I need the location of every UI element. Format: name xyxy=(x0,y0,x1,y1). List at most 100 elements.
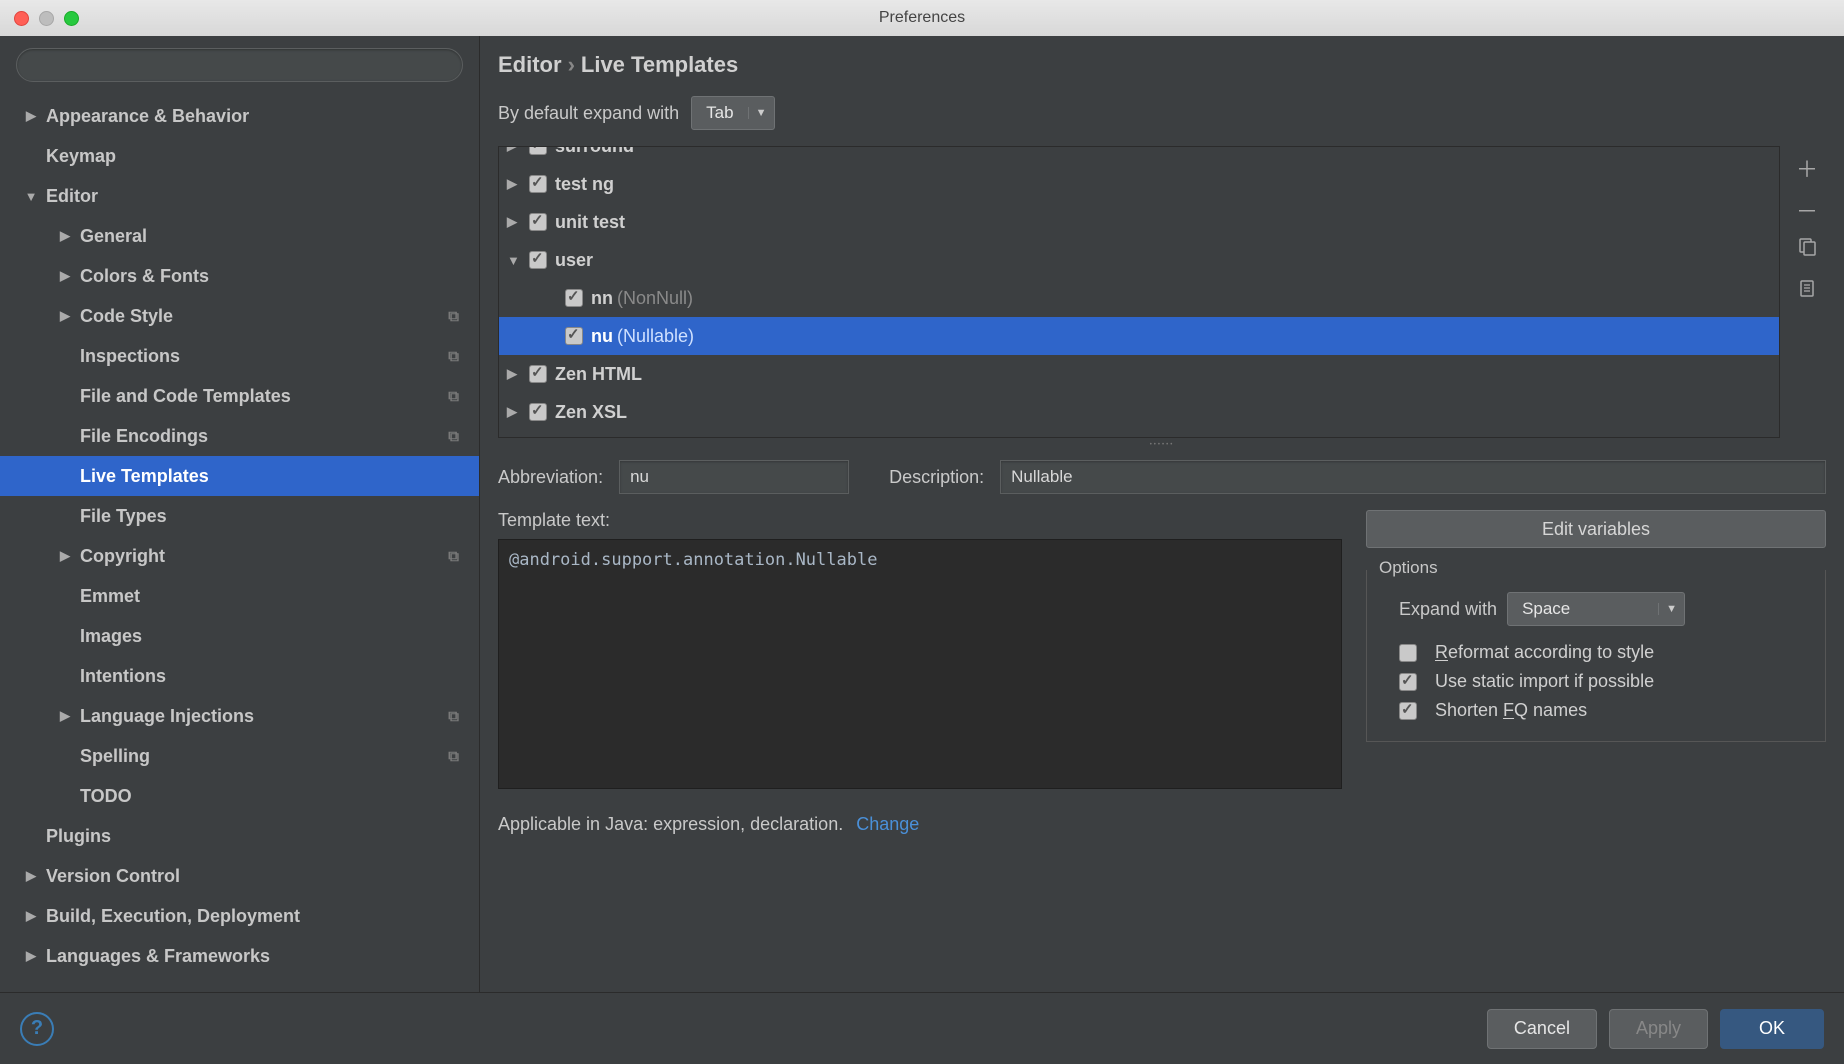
minimize-window-button[interactable] xyxy=(39,11,54,26)
checkbox-icon[interactable] xyxy=(529,146,547,155)
expand-with-select[interactable]: Space ▼ xyxy=(1507,592,1685,626)
checkbox-icon[interactable] xyxy=(529,365,547,383)
sidebar-item-label: Emmet xyxy=(80,586,140,607)
edit-variables-button[interactable]: Edit variables xyxy=(1366,510,1826,548)
sidebar-item-label: Copyright xyxy=(80,546,165,567)
expand-with-label: Expand with xyxy=(1399,599,1497,620)
disclosure-arrow-icon: ▶ xyxy=(507,404,523,420)
sidebar-item-file-types[interactable]: File Types xyxy=(0,496,479,536)
disclosure-arrow-icon: ▶ xyxy=(24,908,38,924)
checkbox-icon xyxy=(1399,702,1417,720)
disclosure-arrow-icon: ▼ xyxy=(507,253,523,268)
disclosure-arrow-icon: ▶ xyxy=(58,708,72,724)
sidebar-item-language-injections[interactable]: ▶ Language Injections ⧉ xyxy=(0,696,479,736)
checkbox-icon[interactable] xyxy=(529,251,547,269)
sidebar-item-label: Language Injections xyxy=(80,706,254,727)
resizer-handle[interactable]: •••••• xyxy=(498,442,1826,448)
template-item-surround[interactable]: ▶surround xyxy=(499,146,1779,165)
checkbox-icon[interactable] xyxy=(565,327,583,345)
checkbox-icon[interactable] xyxy=(529,213,547,231)
sidebar-item-label: Plugins xyxy=(46,826,111,847)
sidebar-item-label: TODO xyxy=(80,786,132,807)
cancel-button[interactable]: Cancel xyxy=(1487,1009,1597,1049)
template-item-nu[interactable]: nu (Nullable) xyxy=(499,317,1779,355)
shorten-fq-checkbox-row[interactable]: Shorten FQ names xyxy=(1399,700,1811,721)
sidebar-item-intentions[interactable]: Intentions xyxy=(0,656,479,696)
sidebar-item-label: Colors & Fonts xyxy=(80,266,209,287)
sidebar-item-todo[interactable]: TODO xyxy=(0,776,479,816)
disclosure-arrow-icon: ▶ xyxy=(507,366,523,382)
sidebar-item-label: Live Templates xyxy=(80,466,209,487)
template-item-zen-xsl[interactable]: ▶Zen XSL xyxy=(499,393,1779,431)
paste-template-button[interactable] xyxy=(1793,278,1821,306)
help-button[interactable]: ? xyxy=(20,1012,54,1046)
close-window-button[interactable] xyxy=(14,11,29,26)
profile-icon: ⧉ xyxy=(448,708,459,725)
sidebar-item-label: Images xyxy=(80,626,142,647)
ok-button[interactable]: OK xyxy=(1720,1009,1824,1049)
sidebar-item-label: Version Control xyxy=(46,866,180,887)
static-import-checkbox-row[interactable]: Use static import if possible xyxy=(1399,671,1811,692)
sidebar-item-plugins[interactable]: Plugins xyxy=(0,816,479,856)
sidebar-item-inspections[interactable]: Inspections⧉ xyxy=(0,336,479,376)
template-tree[interactable]: ▶surround▶test ng ▶ unit test ▼usernn (NonN… xyxy=(498,146,1780,438)
sidebar-item-spelling[interactable]: Spelling⧉ xyxy=(0,736,479,776)
disclosure-arrow-icon: ▶ xyxy=(58,228,72,244)
template-item-nn[interactable]: nn (NonNull) xyxy=(499,279,1779,317)
disclosure-arrow-icon: ▶ xyxy=(507,146,523,154)
window-title: Preferences xyxy=(0,9,1844,27)
sidebar-item-file-encodings[interactable]: File Encodings⧉ xyxy=(0,416,479,456)
checkbox-icon[interactable] xyxy=(529,175,547,193)
abbreviation-input[interactable] xyxy=(619,460,849,494)
sidebar-item-editor[interactable]: ▼Editor xyxy=(0,176,479,216)
profile-icon: ⧉ xyxy=(448,428,459,445)
maximize-window-button[interactable] xyxy=(64,11,79,26)
checkbox-icon[interactable] xyxy=(565,289,583,307)
template-item-unit-test[interactable]: ▶ unit test xyxy=(499,203,1779,241)
checkbox-icon xyxy=(1399,644,1417,662)
sidebar-item-live-templates[interactable]: Live Templates xyxy=(0,456,479,496)
disclosure-arrow-icon: ▶ xyxy=(24,868,38,884)
sidebar-item-label: Editor xyxy=(46,186,98,207)
template-item-test-ng[interactable]: ▶test ng xyxy=(499,165,1779,203)
sidebar-item-images[interactable]: Images xyxy=(0,616,479,656)
checkbox-icon[interactable] xyxy=(529,403,547,421)
template-item-label: unit test xyxy=(555,212,625,233)
sidebar-item-label: General xyxy=(80,226,147,247)
template-item-zen-html[interactable]: ▶Zen HTML xyxy=(499,355,1779,393)
sidebar-item-file-and-code-templates[interactable]: File and Code Templates⧉ xyxy=(0,376,479,416)
remove-template-button[interactable]: － xyxy=(1793,194,1821,222)
reformat-checkbox-row[interactable]: Reformat according to style xyxy=(1399,642,1811,663)
search-input[interactable] xyxy=(16,48,463,82)
sidebar-item-emmet[interactable]: Emmet xyxy=(0,576,479,616)
disclosure-arrow-icon: ▶ xyxy=(58,548,72,564)
sidebar-item-copyright[interactable]: ▶Copyright⧉ xyxy=(0,536,479,576)
disclosure-arrow-icon: ▶ xyxy=(507,214,523,230)
change-contexts-link[interactable]: Change xyxy=(856,814,919,834)
template-item-user[interactable]: ▼user xyxy=(499,241,1779,279)
breadcrumb: Editor›Live Templates xyxy=(498,44,1826,96)
copy-template-button[interactable] xyxy=(1793,236,1821,264)
template-text-input[interactable]: @android.support.annotation.Nullable xyxy=(498,539,1342,789)
expand-default-select[interactable]: Tab ▼ xyxy=(691,96,774,130)
template-item-label: nu xyxy=(591,326,613,347)
sidebar-item-label: File Types xyxy=(80,506,167,527)
description-input[interactable] xyxy=(1000,460,1826,494)
sidebar-item-keymap[interactable]: Keymap xyxy=(0,136,479,176)
apply-button[interactable]: Apply xyxy=(1609,1009,1708,1049)
sidebar-item-languages-frameworks[interactable]: ▶Languages & Frameworks xyxy=(0,936,479,976)
sidebar-item-label: Code Style xyxy=(80,306,173,327)
sidebar-item-code-style[interactable]: ▶Code Style⧉ xyxy=(0,296,479,336)
sidebar: ▶Appearance & BehaviorKeymap▼Editor ▶ Gene… xyxy=(0,36,480,992)
sidebar-item-appearance-behavior[interactable]: ▶Appearance & Behavior xyxy=(0,96,479,136)
sidebar-item-build-execution-deployment[interactable]: ▶Build, Execution, Deployment xyxy=(0,896,479,936)
profile-icon: ⧉ xyxy=(448,308,459,325)
add-template-button[interactable]: ＋ xyxy=(1793,152,1821,180)
sidebar-item-version-control[interactable]: ▶ Version Control xyxy=(0,856,479,896)
profile-icon: ⧉ xyxy=(448,348,459,365)
sidebar-item-colors-fonts[interactable]: ▶Colors & Fonts xyxy=(0,256,479,296)
description-label: Description: xyxy=(889,467,984,488)
template-item-hint: (Nullable) xyxy=(617,326,694,347)
profile-icon: ⧉ xyxy=(448,388,459,405)
sidebar-item-general[interactable]: ▶ General xyxy=(0,216,479,256)
